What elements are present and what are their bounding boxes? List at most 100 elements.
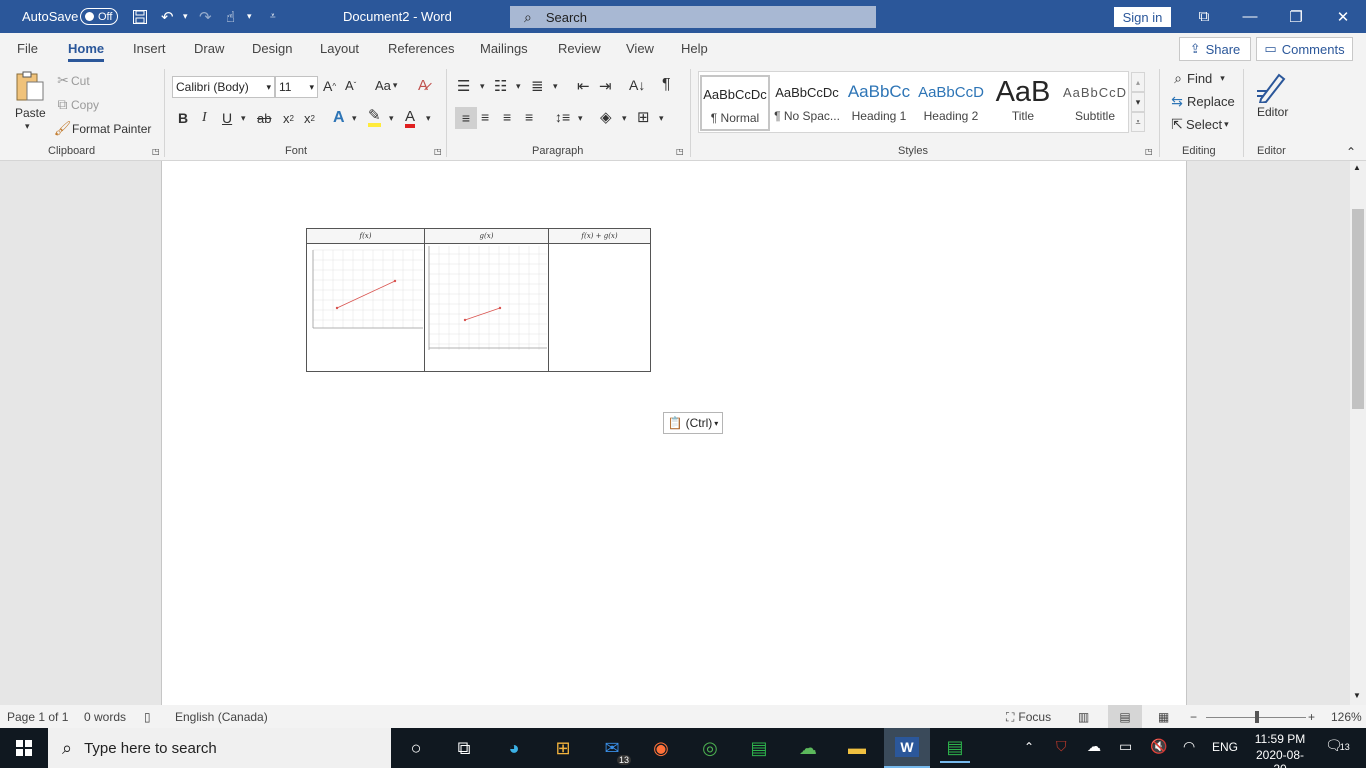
text-effects-dropdown-icon[interactable]: ▾ <box>352 113 357 124</box>
borders-dropdown-icon[interactable]: ▾ <box>659 113 664 124</box>
task-view-icon[interactable]: ⧉ <box>449 733 479 763</box>
decrease-indent-icon[interactable]: ⇤ <box>577 77 590 95</box>
styles-scroll-up-icon[interactable]: ▴ <box>1131 72 1145 92</box>
language-indicator[interactable]: English (Canada) <box>175 710 268 724</box>
zoom-out-icon[interactable]: − <box>1190 710 1197 724</box>
chrome-icon[interactable]: ◎ <box>695 733 725 763</box>
shading-dropdown-icon[interactable]: ▾ <box>622 113 627 124</box>
font-color-dropdown-icon[interactable]: ▾ <box>426 113 431 124</box>
style-heading-2[interactable]: AaBbCcD Heading 2 <box>916 75 986 131</box>
style-subtitle[interactable]: AaBbCcD Subtitle <box>1060 75 1130 131</box>
borders-icon[interactable]: ⊞ <box>637 108 650 126</box>
cortana-icon[interactable]: ○ <box>401 733 431 763</box>
share-button[interactable]: ⇪ Share <box>1179 37 1251 61</box>
superscript-button[interactable]: x2 <box>304 111 315 126</box>
style-no-spacing[interactable]: AaBbCcDc ¶ No Spac... <box>772 75 842 131</box>
subscript-button[interactable]: x2 <box>283 111 294 126</box>
editor-icon[interactable] <box>1255 71 1289 103</box>
select-button[interactable]: ⇱ Select ▾ <box>1168 116 1229 133</box>
shading-icon[interactable]: ◈ <box>600 108 612 126</box>
align-center-icon[interactable]: ≡ <box>481 109 489 125</box>
align-left-icon[interactable]: ≡ <box>455 107 477 129</box>
line-spacing-icon[interactable]: ↕≡ <box>555 109 570 125</box>
restore-icon[interactable]: ❐ <box>1273 0 1319 33</box>
minimize-icon[interactable]: — <box>1227 0 1273 33</box>
underline-dropdown-icon[interactable]: ▾ <box>241 113 246 124</box>
format-painter-button[interactable]: 🖌 Format Painter <box>53 120 152 137</box>
tab-layout[interactable]: Layout <box>320 41 359 56</box>
line-spacing-dropdown-icon[interactable]: ▾ <box>578 113 583 124</box>
wifi-icon[interactable]: ◠ <box>1183 738 1195 755</box>
redo-icon[interactable]: ↷ <box>199 0 212 33</box>
undo-icon[interactable]: ↶ <box>161 0 174 33</box>
scrollbar-thumb[interactable] <box>1352 209 1364 409</box>
paste-icon[interactable] <box>13 70 47 102</box>
windows-start-icon[interactable] <box>9 733 39 763</box>
styles-more-icon[interactable]: ⩡ <box>1131 112 1145 132</box>
antivirus-icon[interactable]: ⛉ <box>1056 738 1067 755</box>
styles-launcher-icon[interactable]: ◳ <box>1145 147 1153 156</box>
firefox-icon[interactable]: ◉ <box>646 733 676 763</box>
clear-formatting-icon[interactable]: A̷ <box>418 77 428 94</box>
scroll-down-icon[interactable]: ▼ <box>1353 691 1361 700</box>
paragraph-launcher-icon[interactable]: ◳ <box>676 147 684 156</box>
style-normal[interactable]: AaBbCcDc ¶ Normal <box>700 75 770 131</box>
tab-view[interactable]: View <box>626 41 654 56</box>
scroll-up-icon[interactable]: ▲ <box>1353 163 1361 172</box>
notes-app-running-icon[interactable]: ▤ <box>940 733 970 763</box>
cloud-app-icon[interactable]: ☁ <box>793 733 823 763</box>
taskbar-search[interactable]: ⌕ Type here to search <box>48 728 391 768</box>
tab-insert[interactable]: Insert <box>133 41 166 56</box>
search-box[interactable]: ⌕ Search <box>510 6 876 28</box>
bullets-icon[interactable]: ☰ <box>457 77 470 95</box>
font-color-button[interactable]: A <box>405 109 416 128</box>
editor-button[interactable]: Editor <box>1257 105 1288 119</box>
battery-icon[interactable]: ▭ <box>1119 738 1132 755</box>
font-size-select[interactable]: 11 ▾ <box>275 76 318 98</box>
shrink-font-icon[interactable]: Aˇ <box>345 78 356 93</box>
print-layout-icon[interactable]: ▤ <box>1108 705 1142 728</box>
tab-references[interactable]: References <box>388 41 454 56</box>
styles-scroll-down-icon[interactable]: ▾ <box>1131 92 1145 112</box>
table-cell-sum-empty[interactable] <box>548 243 651 372</box>
comments-button[interactable]: ▭ Comments <box>1256 37 1353 61</box>
style-title[interactable]: AaB Title <box>988 75 1058 131</box>
highlight-dropdown-icon[interactable]: ▾ <box>389 113 394 124</box>
italic-button[interactable]: I <box>202 110 207 126</box>
page-count[interactable]: Page 1 of 1 <box>7 710 68 724</box>
replace-button[interactable]: ⇆ Replace <box>1167 93 1235 110</box>
increase-indent-icon[interactable]: ⇥ <box>599 77 612 95</box>
zoom-slider-thumb[interactable] <box>1255 711 1259 723</box>
grow-font-icon[interactable]: A ^ <box>323 78 336 94</box>
ribbon-display-options-icon[interactable]: ⧉ <box>1181 0 1227 33</box>
close-icon[interactable]: ✕ <box>1320 0 1366 33</box>
document-page[interactable]: f(x) g(x) f(x) + g(x) 📋 (Ctrl) ▾ <box>161 161 1187 705</box>
tab-review[interactable]: Review <box>558 41 601 56</box>
tab-home[interactable]: Home <box>68 41 105 62</box>
clipboard-launcher-icon[interactable]: ◳ <box>152 147 160 156</box>
mail-icon[interactable]: ✉ 13 <box>597 733 631 765</box>
notifications-icon[interactable]: 🗨13 <box>1325 737 1350 754</box>
volume-muted-icon[interactable]: 🔇 <box>1150 738 1167 755</box>
strikethrough-button[interactable]: ab <box>257 111 271 126</box>
copy-button[interactable]: ⧉ Copy <box>54 96 100 113</box>
text-effects-button[interactable]: A <box>333 109 345 127</box>
edge-icon[interactable]: ◕ <box>499 733 529 763</box>
cut-button[interactable]: ✂ Cut <box>55 72 90 89</box>
file-explorer-icon[interactable]: ▬ <box>842 733 872 763</box>
underline-button[interactable]: U <box>222 110 232 126</box>
vertical-scrollbar[interactable]: ▲ ▼ <box>1350 161 1366 705</box>
justify-icon[interactable]: ≡ <box>525 109 533 125</box>
store-icon[interactable]: ⊞ <box>548 733 578 763</box>
tab-design[interactable]: Design <box>252 41 292 56</box>
paste-options-button[interactable]: 📋 (Ctrl) ▾ <box>663 412 723 434</box>
read-mode-icon[interactable]: ▥ <box>1078 710 1089 724</box>
change-case-button[interactable]: Aa ▾ <box>375 78 397 93</box>
zoom-in-icon[interactable]: + <box>1308 710 1315 724</box>
tab-mailings[interactable]: Mailings <box>480 41 528 56</box>
clock[interactable]: 11:59 PM 2020-08-20 <box>1250 732 1310 768</box>
multilevel-list-icon[interactable]: ≣ <box>531 77 544 95</box>
numbering-dropdown-icon[interactable]: ▾ <box>516 81 521 92</box>
show-formatting-icon[interactable]: ¶ <box>662 76 671 94</box>
focus-button[interactable]: ⛶ Focus <box>1006 710 1051 725</box>
